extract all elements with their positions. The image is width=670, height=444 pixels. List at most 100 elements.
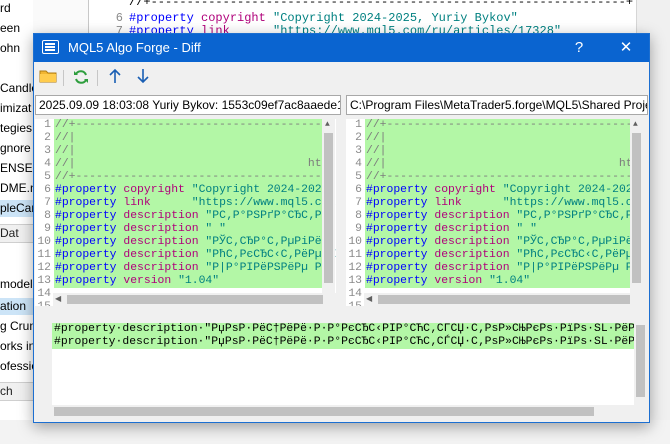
diff-line: 3//| Copyright — [35, 145, 336, 158]
diff-line: 9 #property description " " — [35, 223, 322, 236]
line-text: //+-------------------------------------… — [54, 119, 336, 132]
close-button[interactable]: ✕ — [608, 34, 644, 62]
project-list-item[interactable]: g Crun — [0, 318, 33, 335]
project-list-item[interactable]: tegies — [0, 120, 33, 137]
left-revision-field[interactable]: 2025.09.09 18:03:08 Yuriy Bykov: 1553c09… — [35, 95, 341, 115]
line-text: #property version "1.04" — [365, 275, 630, 288]
scroll-left-arrow[interactable]: ◀ — [366, 295, 372, 305]
line-text: //| https://www.mq — [54, 158, 336, 171]
editor-line-6: #property copyright "Copyright 2024-2025… — [129, 11, 518, 25]
project-list-item[interactable]: imizat — [0, 100, 33, 117]
line-number: 8 — [355, 210, 362, 222]
background-statusbar — [0, 420, 670, 444]
line-text: #property link "https://www.mql5.com/ru/ — [365, 197, 643, 210]
project-list-item[interactable]: DME.n — [0, 180, 33, 197]
line-text: #property description " " — [365, 223, 630, 236]
line-text: #property description " " — [54, 223, 322, 236]
diff-line: 13 #property version "1.04" — [346, 275, 630, 288]
project-list-item[interactable] — [0, 60, 33, 77]
diff-line: 5//+------------------------------------… — [346, 171, 643, 184]
scroll-up-arrow[interactable]: ▲ — [325, 120, 330, 130]
project-list-item[interactable]: ofessio — [0, 358, 33, 375]
right-diff-pane[interactable]: 1//+------------------------------------… — [346, 119, 643, 306]
diff-line: 1//+------------------------------------… — [346, 119, 643, 132]
left-horizontal-scrollbar[interactable]: ◀ — [53, 293, 336, 306]
project-list-item[interactable]: pleCar — [0, 200, 33, 217]
scroll-thumb[interactable] — [54, 407, 594, 416]
project-list-item[interactable]: Candle — [0, 80, 33, 97]
line-compare-left: #property·description·"РџРѕР·РёС†РёРё·Р·… — [52, 323, 634, 336]
line-compare-pane[interactable]: #property·description·"РџРѕР·РёС†РёРё·Р·… — [52, 323, 634, 405]
diff-line: 9 #property description " " — [346, 223, 630, 236]
left-vertical-scrollbar[interactable]: ▲ — [322, 119, 335, 293]
project-list-item[interactable]: rd — [0, 0, 33, 17]
line-number: 11 — [37, 249, 51, 261]
dialog-title: MQL5 Algo Forge - Diff — [68, 40, 201, 55]
compare-horizontal-scrollbar[interactable] — [52, 405, 647, 418]
line-text: #property description "РС‚Р°РЅРґР°СЂС‚РЅ… — [54, 210, 336, 223]
diff-line: 11 #property description "РћС‚РєСЂС‹С‚РёР… — [35, 249, 336, 262]
project-list-item[interactable]: een — [0, 20, 33, 37]
refresh-icon[interactable] — [71, 68, 91, 88]
right-vertical-scrollbar[interactable]: ▲ — [630, 119, 643, 293]
help-button[interactable]: ? — [561, 34, 597, 62]
background-panel — [33, 0, 88, 34]
arrow-up-icon[interactable] — [105, 68, 125, 88]
line-number: 9 — [44, 223, 51, 235]
line-number: 4 — [44, 158, 51, 170]
line-text: //| Copyright — [54, 145, 336, 158]
diff-line: 4//| https://www.mq — [346, 158, 643, 171]
diff-line: 4//| https://www.mq — [35, 158, 336, 171]
diff-line: 10 #property description "РЎС‚СЂР°С‚РµРіР… — [35, 236, 336, 249]
project-list-item[interactable]: ation — [0, 298, 33, 315]
line-number: 10 — [348, 236, 362, 248]
toolbar — [34, 62, 649, 94]
line-text: //| — [54, 132, 322, 145]
line-text: #property version "1.04" — [54, 275, 322, 288]
scroll-thumb[interactable] — [632, 133, 641, 283]
compare-vertical-scrollbar[interactable] — [634, 323, 647, 405]
scroll-left-arrow[interactable]: ◀ — [55, 295, 61, 305]
line-number: 5 — [355, 171, 362, 183]
right-file-path-field[interactable]: C:\Program Files\MetaTrader5.forge\MQL5\… — [346, 95, 648, 115]
left-diff-pane[interactable]: 1//+------------------------------------… — [35, 119, 336, 306]
diff-line: 12 #property description "Р|Р°РІРёРЅРёРµ … — [346, 262, 643, 275]
line-number: 15 — [35, 301, 51, 306]
scroll-thumb[interactable] — [378, 295, 630, 304]
project-list-item[interactable]: models — [0, 276, 33, 293]
diff-line: 7#property link "https://www.mql5.com/ru… — [35, 197, 336, 210]
project-list-item[interactable]: ohn — [0, 40, 33, 57]
line-text: //| https://www.mq — [365, 158, 643, 171]
line-number: 2 — [44, 132, 51, 144]
window-icon — [42, 40, 59, 54]
line-number: 4 — [355, 158, 362, 170]
diff-line: 1//+------------------------------------… — [35, 119, 336, 132]
scroll-up-arrow[interactable]: ▲ — [633, 120, 638, 130]
right-horizontal-scrollbar[interactable]: ◀ — [364, 293, 643, 306]
dialog-title-bar[interactable]: MQL5 Algo Forge - Diff ? ✕ — [34, 34, 649, 62]
line-compare-right: #property·description·"РџРѕР·РёС†РёРё·Р·… — [52, 336, 634, 349]
line-number: 8 — [44, 210, 51, 222]
scroll-thumb[interactable] — [67, 295, 323, 304]
line-text: #property description "РЎС‚СЂР°С‚РµРіРёС… — [54, 236, 336, 249]
diff-line: 6 #property copyright "Copyright 2024-202… — [35, 184, 335, 197]
project-list-item[interactable] — [0, 248, 33, 265]
line-text: #property description "РћС‚РєСЂС‹С‚РёРµ … — [365, 249, 643, 262]
diff-line: 13 #property version "1.04" — [35, 275, 322, 288]
line-text: #property description "Р|Р°РІРёРЅРёРµ Р·… — [54, 262, 336, 275]
background-editor: //+-------------------------------------… — [88, 0, 637, 38]
diff-line: 5//+------------------------------------… — [35, 171, 336, 184]
project-list-item[interactable]: ENSE — [0, 160, 33, 177]
folder-icon[interactable] — [38, 68, 58, 88]
scroll-thumb[interactable] — [636, 325, 645, 397]
project-list-item[interactable]: orks in — [0, 338, 33, 355]
line-number: 14 — [37, 288, 51, 300]
diff-line: 6 #property copyright "Copyright 2024-202… — [346, 184, 643, 197]
arrow-down-icon[interactable] — [133, 68, 153, 88]
project-list-item[interactable]: ch — [0, 382, 33, 401]
project-list-item[interactable]: gnore — [0, 140, 33, 157]
project-list-item[interactable]: Dat — [0, 224, 33, 243]
line-text: #property description "РЎС‚СЂР°С‚РµРіРёС… — [365, 236, 643, 249]
scroll-thumb[interactable] — [324, 133, 333, 283]
line-number: 1 — [44, 119, 51, 131]
